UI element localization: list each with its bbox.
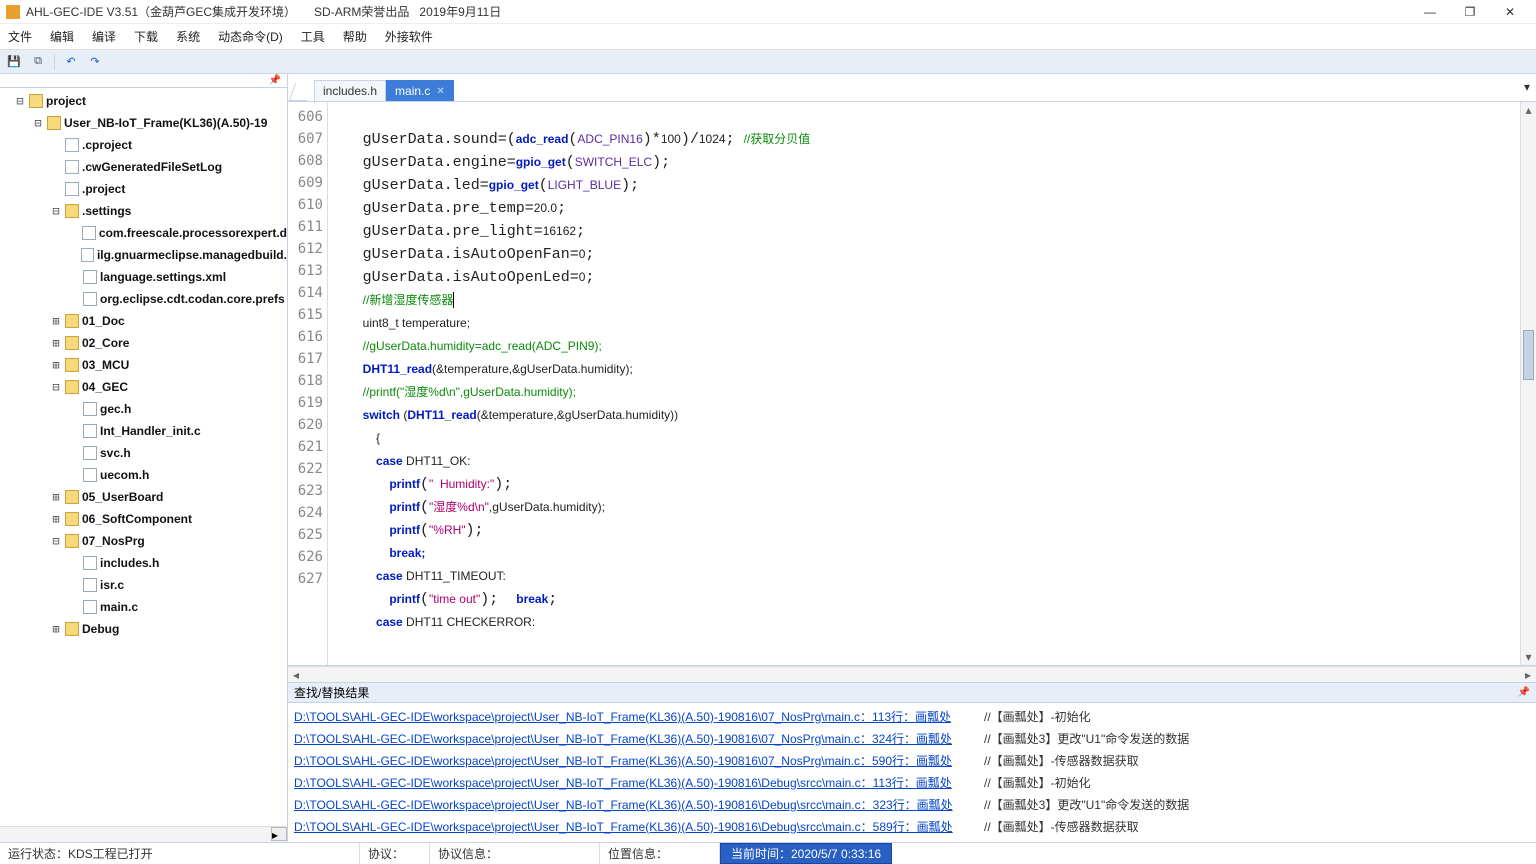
tab-label: includes.h [323, 84, 377, 98]
menu-dynamic-cmd[interactable]: 动态命令(D) [218, 28, 283, 45]
tree-item[interactable]: .cwGeneratedFileSetLog [82, 160, 222, 174]
title-bar: AHL-GEC-IDE V3.51（金葫芦GEC集成开发环境） SD-ARM荣誉… [0, 0, 1536, 24]
tree-item[interactable]: org.eclipse.cdt.codan.core.prefs [100, 292, 285, 306]
status-time: 当前时间：2020/5/7 0:33:16 [720, 843, 892, 864]
tree-folder[interactable]: 03_MCU [82, 358, 129, 372]
toolbar: 💾 ⧉ ↶ ↷ [0, 50, 1536, 74]
tree-hscroll[interactable]: ▸ [0, 826, 287, 842]
tab-label: main.c [395, 84, 430, 98]
tree-item[interactable]: isr.c [100, 578, 124, 592]
code-editor[interactable]: 606 607 608 609 610 611 612 613 614 615 … [288, 102, 1536, 666]
line-gutter: 606 607 608 609 610 611 612 613 614 615 … [288, 102, 328, 665]
minimize-button[interactable]: — [1410, 1, 1450, 23]
save-icon[interactable]: 💾 [4, 53, 24, 71]
menu-bar: 文件 编辑 编译 下载 系统 动态命令(D) 工具 帮助 外接软件 [0, 24, 1536, 50]
menu-file[interactable]: 文件 [8, 28, 32, 45]
search-results-pane: 查找/替换结果 📌 D:\TOOLS\AHL-GEC-IDE\workspace… [288, 682, 1536, 842]
tree-item[interactable]: language.settings.xml [100, 270, 226, 284]
project-pane: 📌 ⊟project ⊟User_NB-IoT_Frame(KL36)(A.50… [0, 74, 288, 842]
tree-folder-nosprg[interactable]: 07_NosPrg [82, 534, 145, 548]
tree-folder-gec[interactable]: 04_GEC [82, 380, 128, 394]
result-comment: //【画瓢处】-初始化 [984, 774, 1091, 791]
tree-item[interactable]: main.c [100, 600, 138, 614]
tree-folder[interactable]: 05_UserBoard [82, 490, 163, 504]
result-comment: //【画瓢处】-传感器数据获取 [984, 818, 1139, 835]
menu-help[interactable]: 帮助 [343, 28, 367, 45]
tree-item[interactable]: .cproject [82, 138, 132, 152]
editor-pane: includes.h main.c ✕ ▾ 606 607 608 609 610… [288, 74, 1536, 842]
status-proto-label: 协议： [360, 843, 430, 864]
result-comment: //【画瓢处3】更改"U1"命令发送的数据 [984, 796, 1189, 813]
result-link[interactable]: D:\TOOLS\AHL-GEC-IDE\workspace\project\U… [294, 730, 954, 747]
tree-item[interactable]: ilg.gnuarmeclipse.managedbuild. [97, 248, 287, 262]
tree-folder[interactable]: 01_Doc [82, 314, 125, 328]
menu-system[interactable]: 系统 [176, 28, 200, 45]
tree-item[interactable]: gec.h [100, 402, 131, 416]
result-link[interactable]: D:\TOOLS\AHL-GEC-IDE\workspace\project\U… [294, 774, 954, 791]
tab-includes-h[interactable]: includes.h [314, 80, 386, 101]
editor-tabs: includes.h main.c ✕ ▾ [288, 74, 1536, 102]
tab-dropdown-icon[interactable]: ▾ [1524, 80, 1530, 94]
pin-icon[interactable]: 📌 [269, 75, 281, 86]
result-comment: //【画瓢处】-初始化 [984, 708, 1091, 725]
redo-icon[interactable]: ↷ [85, 53, 105, 71]
tree-folder[interactable]: 06_SoftComponent [82, 512, 192, 526]
result-link[interactable]: D:\TOOLS\AHL-GEC-IDE\workspace\project\U… [294, 708, 954, 725]
app-icon [6, 5, 20, 19]
status-bar: 运行状态：KDS工程已打开 协议： 协议信息： 位置信息： 当前时间：2020/… [0, 842, 1536, 864]
menu-external[interactable]: 外接软件 [385, 28, 433, 45]
tree-settings[interactable]: .settings [82, 204, 131, 218]
result-comment: //【画瓢处】-传感器数据获取 [984, 752, 1139, 769]
tree-folder[interactable]: 02_Core [82, 336, 129, 350]
tree-item[interactable]: Int_Handler_init.c [100, 424, 201, 438]
tree-item[interactable]: .project [82, 182, 125, 196]
result-link[interactable]: D:\TOOLS\AHL-GEC-IDE\workspace\project\U… [294, 752, 954, 769]
title-text-1: AHL-GEC-IDE V3.51（金葫芦GEC集成开发环境） [26, 3, 296, 20]
tree-item[interactable]: includes.h [100, 556, 159, 570]
tab-main-c[interactable]: main.c ✕ [386, 80, 454, 101]
tree-item[interactable]: svc.h [100, 446, 131, 460]
editor-vscroll[interactable]: ▴▾ [1520, 102, 1536, 665]
title-text-2: SD-ARM荣誉出品 [314, 3, 409, 20]
result-comment: //【画瓢处3】更改"U1"命令发送的数据 [984, 730, 1189, 747]
tree-item[interactable]: com.freescale.processorexpert.d [99, 226, 287, 240]
menu-edit[interactable]: 编辑 [50, 28, 74, 45]
menu-download[interactable]: 下载 [134, 28, 158, 45]
status-proto-info: 协议信息： [430, 843, 600, 864]
tab-close-icon[interactable]: ✕ [436, 86, 444, 97]
copy-icon[interactable]: ⧉ [28, 53, 48, 71]
undo-icon[interactable]: ↶ [61, 53, 81, 71]
result-link[interactable]: D:\TOOLS\AHL-GEC-IDE\workspace\project\U… [294, 796, 954, 813]
tree-item[interactable]: uecom.h [100, 468, 149, 482]
menu-tools[interactable]: 工具 [301, 28, 325, 45]
tree-debug[interactable]: Debug [82, 622, 119, 636]
result-link[interactable]: D:\TOOLS\AHL-GEC-IDE\workspace\project\U… [294, 818, 954, 835]
results-header: 查找/替换结果 [294, 684, 369, 701]
code-content[interactable]: gUserData.sound=(adc_read(ADC_PIN16)*100… [328, 102, 1520, 665]
main-area: 📌 ⊟project ⊟User_NB-IoT_Frame(KL36)(A.50… [0, 74, 1536, 842]
menu-compile[interactable]: 编译 [92, 28, 116, 45]
status-position: 位置信息： [600, 843, 720, 864]
status-run: 运行状态：KDS工程已打开 [0, 843, 360, 864]
results-body[interactable]: D:\TOOLS\AHL-GEC-IDE\workspace\project\U… [288, 703, 1536, 842]
title-text-3: 2019年9月11日 [419, 3, 501, 20]
maximize-button[interactable]: ❐ [1450, 1, 1490, 23]
editor-hscroll[interactable]: ◂▸ [288, 666, 1536, 682]
tree-project[interactable]: User_NB-IoT_Frame(KL36)(A.50)-19 [64, 116, 267, 130]
project-tree[interactable]: ⊟project ⊟User_NB-IoT_Frame(KL36)(A.50)-… [0, 88, 287, 826]
tab-wedge-icon [289, 83, 314, 101]
results-pin-icon[interactable]: 📌 [1518, 687, 1530, 698]
tree-root[interactable]: project [46, 94, 86, 108]
close-button[interactable]: ✕ [1490, 1, 1530, 23]
